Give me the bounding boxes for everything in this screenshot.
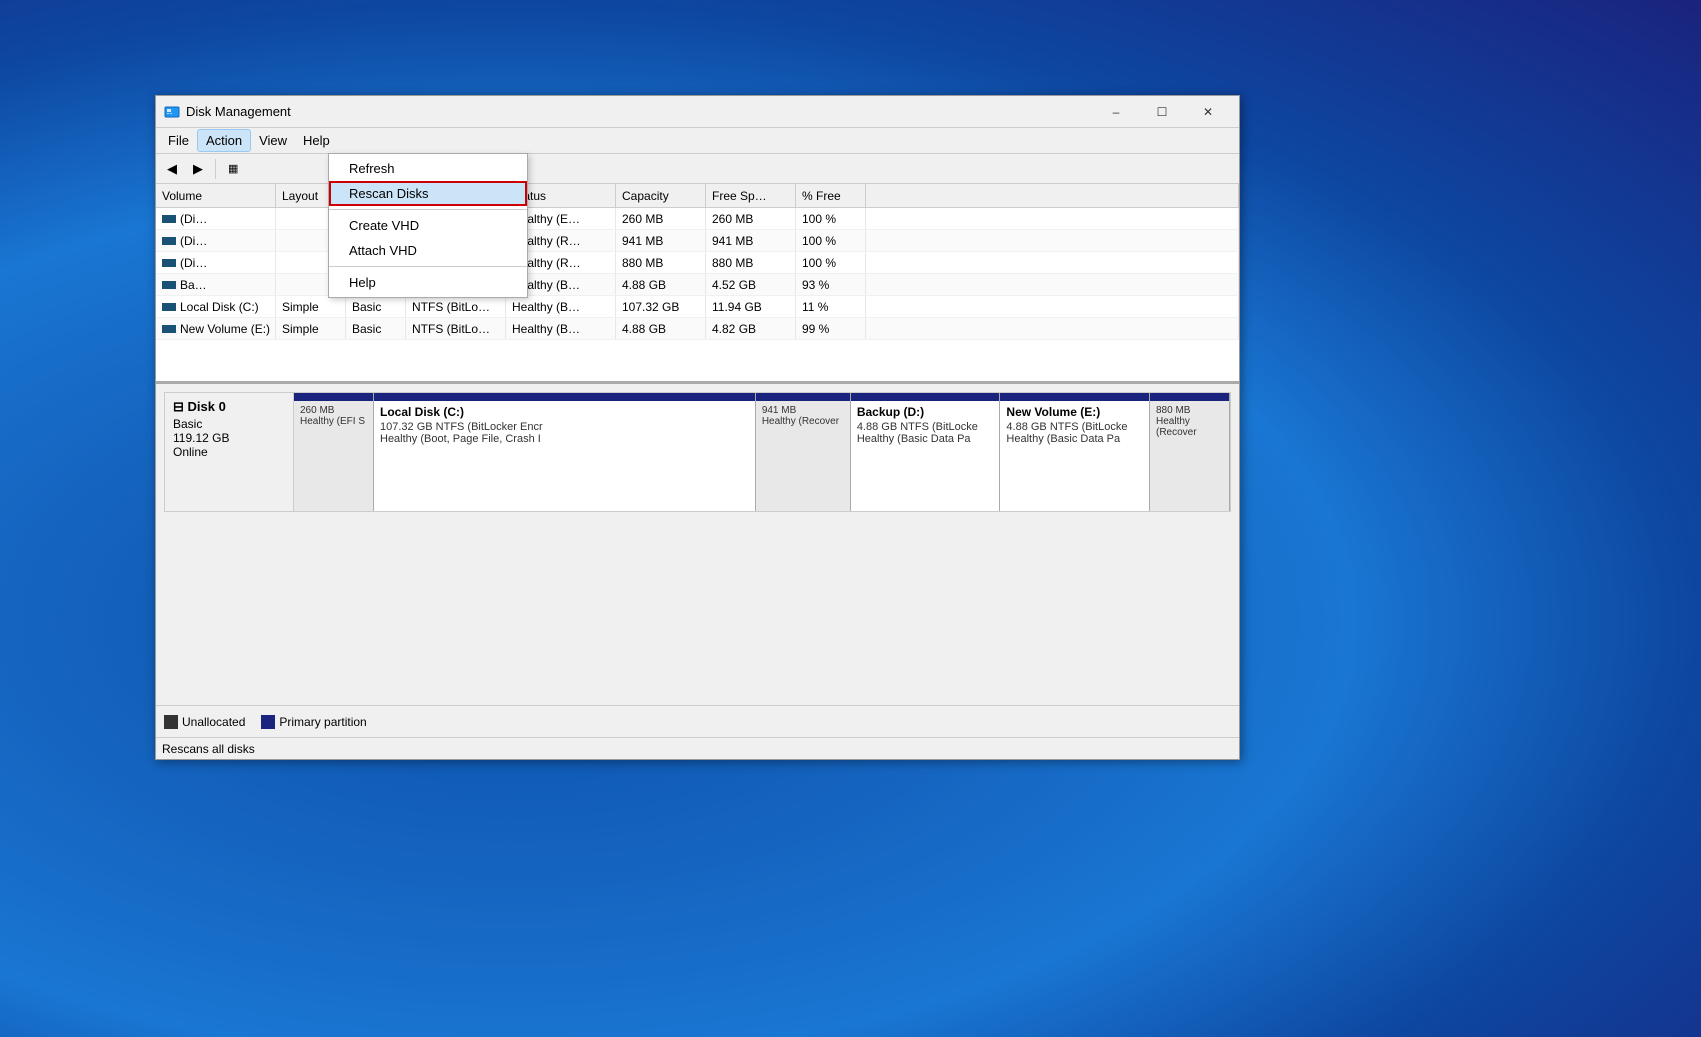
dropdown-create-vhd[interactable]: Create VHD (329, 213, 527, 238)
partition-d[interactable]: Backup (D:) 4.88 GB NTFS (BitLocke Healt… (851, 393, 1001, 511)
col-free-space[interactable]: Free Sp… (706, 184, 796, 207)
dropdown-sep2 (329, 266, 527, 267)
col-volume[interactable]: Volume (156, 184, 276, 207)
disk-partitions: 260 MB Healthy (EFI S Local Disk (C:) 10… (294, 392, 1231, 512)
disk-status: Online (173, 445, 285, 459)
col-pct-free[interactable]: % Free (796, 184, 866, 207)
menu-view[interactable]: View (251, 130, 295, 151)
minimize-button[interactable]: – (1093, 96, 1139, 128)
window-controls: – ☐ ✕ (1093, 96, 1231, 128)
legend-unallocated: Unallocated (164, 715, 245, 729)
action-dropdown: Refresh Rescan Disks Create VHD Attach V… (328, 153, 528, 298)
volume-table-area: Volume Layout Type File System Status Ca… (156, 184, 1239, 384)
toolbar-extra[interactable]: ▦ (221, 159, 245, 178)
disk-visual-area: ⊟ Disk 0 Basic 119.12 GB Online 260 MB H… (156, 384, 1239, 705)
col-capacity[interactable]: Capacity (616, 184, 706, 207)
table-row[interactable]: Ba… Basic NTFS (BitLo… Healthy (B… 4.88 … (156, 274, 1239, 296)
disk-row: ⊟ Disk 0 Basic 119.12 GB Online 260 MB H… (164, 392, 1231, 512)
legend-unallocated-label: Unallocated (182, 715, 245, 729)
table-row[interactable]: (Di… Basic Healthy (R… 941 MB 941 MB 100… (156, 230, 1239, 252)
legend-primary: Primary partition (261, 715, 366, 729)
legend-primary-box (261, 715, 275, 729)
toolbar-separator (215, 159, 216, 179)
disk-management-window: Disk Management – ☐ ✕ File Action View H… (155, 95, 1240, 760)
menu-bar: File Action View Help (156, 128, 1239, 154)
title-bar: Disk Management – ☐ ✕ (156, 96, 1239, 128)
table-header: Volume Layout Type File System Status Ca… (156, 184, 1239, 208)
disk-label: ⊟ Disk 0 Basic 119.12 GB Online (164, 392, 294, 512)
table-row[interactable]: (Di… Basic Healthy (E… 260 MB 260 MB 100… (156, 208, 1239, 230)
toolbar: ◀ ▶ ▦ (156, 154, 1239, 184)
table-body: (Di… Basic Healthy (E… 260 MB 260 MB 100… (156, 208, 1239, 381)
table-row[interactable]: Local Disk (C:) Simple Basic NTFS (BitLo… (156, 296, 1239, 318)
table-row[interactable]: (Di… Basic Healthy (R… 880 MB 880 MB 100… (156, 252, 1239, 274)
main-content: Volume Layout Type File System Status Ca… (156, 184, 1239, 737)
toolbar-back[interactable]: ◀ (160, 158, 184, 180)
toolbar-forward[interactable]: ▶ (186, 158, 210, 180)
legend-unallocated-box (164, 715, 178, 729)
dropdown-refresh[interactable]: Refresh (329, 156, 527, 181)
partition-c[interactable]: Local Disk (C:) 107.32 GB NTFS (BitLocke… (374, 393, 756, 511)
partition-efi[interactable]: 260 MB Healthy (EFI S (294, 393, 374, 511)
status-text: Rescans all disks (162, 742, 255, 756)
dropdown-sep1 (329, 209, 527, 210)
dropdown-attach-vhd[interactable]: Attach VHD (329, 238, 527, 263)
legend-primary-label: Primary partition (279, 715, 366, 729)
disk-size: 119.12 GB (173, 431, 285, 445)
dropdown-rescan-disks[interactable]: Rescan Disks (329, 181, 527, 206)
window-title: Disk Management (186, 104, 1093, 119)
menu-file[interactable]: File (160, 130, 197, 151)
disk-name: ⊟ Disk 0 (173, 399, 285, 415)
menu-help[interactable]: Help (295, 130, 338, 151)
maximize-button[interactable]: ☐ (1139, 96, 1185, 128)
col-extra (866, 184, 1239, 207)
window-icon (164, 104, 180, 120)
partition-recovery2[interactable]: 880 MB Healthy (Recover (1150, 393, 1230, 511)
menu-action[interactable]: Action (197, 129, 251, 152)
partition-e[interactable]: New Volume (E:) 4.88 GB NTFS (BitLocke H… (1000, 393, 1150, 511)
legend-area: Unallocated Primary partition (156, 705, 1239, 737)
dropdown-help[interactable]: Help (329, 270, 527, 295)
table-row[interactable]: New Volume (E:) Simple Basic NTFS (BitLo… (156, 318, 1239, 340)
disk-type: Basic (173, 417, 285, 431)
close-button[interactable]: ✕ (1185, 96, 1231, 128)
status-bar: Rescans all disks (156, 737, 1239, 759)
partition-recovery1[interactable]: 941 MB Healthy (Recover (756, 393, 851, 511)
